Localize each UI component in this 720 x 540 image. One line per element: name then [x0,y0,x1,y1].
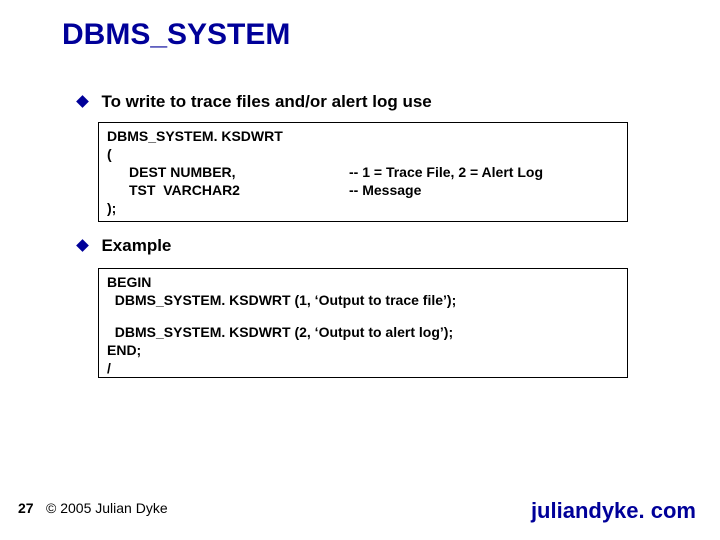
bullet-text: Example [101,236,171,255]
bullet-text: To write to trace files and/or alert log… [101,92,431,111]
diamond-bullet-icon [76,95,89,108]
code-line: DBMS_SYSTEM. KSDWRT [107,127,619,145]
param-left: TST VARCHAR2 [107,181,349,199]
code-line: TST VARCHAR2 -- Message [107,181,619,199]
code-line: DBMS_SYSTEM. KSDWRT (1, ‘Output to trace… [107,291,619,309]
code-line: ( [107,145,619,163]
code-box-signature: DBMS_SYSTEM. KSDWRT ( DEST NUMBER, -- 1 … [98,122,628,222]
code-line: END; [107,341,619,359]
bullet-item-example: Example [78,236,171,256]
code-line: DBMS_SYSTEM. KSDWRT (2, ‘Output to alert… [107,323,619,341]
code-line: BEGIN [107,273,619,291]
code-line: DEST NUMBER, -- 1 = Trace File, 2 = Aler… [107,163,619,181]
param-comment: -- 1 = Trace File, 2 = Alert Log [349,163,619,181]
site-url: juliandyke. com [531,498,696,524]
code-line: / [107,359,619,377]
slide: DBMS_SYSTEM To write to trace files and/… [0,0,720,540]
diamond-bullet-icon [76,239,89,252]
param-left: DEST NUMBER, [107,163,349,181]
bullet-item-write: To write to trace files and/or alert log… [78,92,432,112]
page-number: 27 [18,500,34,516]
code-box-example: BEGIN DBMS_SYSTEM. KSDWRT (1, ‘Output to… [98,268,628,378]
code-blank-line [107,309,619,323]
copyright-text: © 2005 Julian Dyke [46,500,168,516]
code-line: ); [107,199,619,217]
param-comment: -- Message [349,181,619,199]
slide-title: DBMS_SYSTEM [62,18,290,52]
